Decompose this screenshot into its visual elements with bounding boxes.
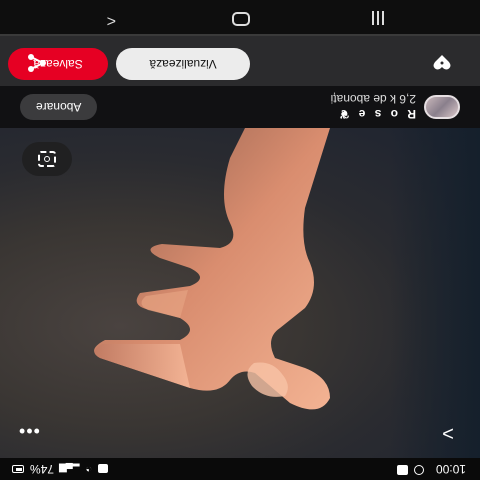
status-icons — [397, 465, 424, 475]
recents-icon[interactable] — [368, 11, 384, 25]
feather-icon: ❦ — [336, 107, 350, 121]
action-bar: Vizualizează Salvează — [0, 36, 480, 86]
divider — [0, 34, 480, 36]
battery-icon — [12, 465, 24, 473]
subscribe-button[interactable]: Abonare — [20, 94, 98, 120]
hand-image — [94, 128, 330, 410]
heart-icon[interactable] — [432, 52, 452, 72]
subscriber-count: 2,6 k de abonați — [330, 92, 416, 106]
avatar[interactable] — [424, 95, 460, 119]
save-button[interactable]: Salvează — [8, 48, 108, 80]
visit-button[interactable]: Vizualizează — [116, 48, 250, 80]
notification-icon — [397, 465, 408, 475]
navigation-bar: < — [0, 0, 480, 34]
signal-icon: ▂▄▆ — [60, 463, 80, 475]
status-bar: 10:00 ◔ ▂▄▆ 74% — [0, 458, 480, 480]
wifi-icon: ◔ — [85, 463, 93, 475]
clock: 10:00 — [435, 462, 466, 476]
chat-icon — [98, 464, 109, 474]
sync-icon — [414, 465, 424, 475]
visual-search-icon — [38, 151, 56, 167]
creator-row: R o s e ❦ 2,6 k de abonați Abonare — [0, 86, 480, 128]
more-options-button[interactable]: ••• — [18, 421, 40, 441]
creator-name[interactable]: R o s e ❦ — [336, 107, 416, 121]
home-icon[interactable] — [232, 12, 250, 26]
battery-percent: 74% — [30, 462, 55, 476]
visual-search-button[interactable] — [22, 142, 72, 176]
next-pin-button[interactable]: > — [430, 420, 466, 446]
share-icon[interactable] — [26, 52, 48, 74]
screen: 10:00 ◔ ▂▄▆ 74% > ••• R o s e ❦ 2,6 k de… — [0, 0, 480, 480]
pin-image[interactable]: > ••• — [0, 128, 480, 458]
status-right: ◔ ▂▄▆ 74% — [12, 462, 109, 476]
back-icon[interactable]: < — [107, 11, 116, 29]
